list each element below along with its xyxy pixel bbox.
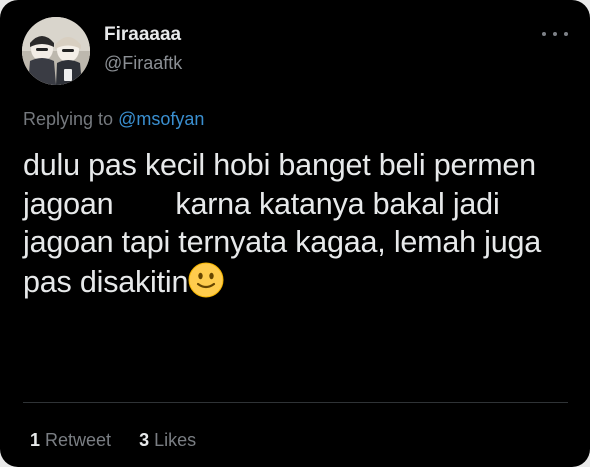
profile-photo-icon (22, 17, 90, 85)
slightly-smiling-face-icon (188, 262, 224, 297)
likes-count: 3 (139, 430, 150, 450)
tweet-line: dulu pas kecil hobi banget beli permen (23, 148, 536, 182)
display-name[interactable]: Firaaaaa (104, 24, 181, 46)
tweet-line-part: jagoan (23, 186, 114, 221)
tweet-line-part: pas disakitin (23, 264, 189, 299)
tweet-stats: 1 Retweet 3 Likes (30, 429, 196, 451)
retweets-count: 1 (30, 430, 41, 450)
tweet-line: jagoan karna katanya bakal jadi (23, 185, 583, 224)
more-horizontal-icon[interactable] (542, 26, 568, 42)
tweet-line: pas disakitin (23, 262, 583, 302)
avatar[interactable] (22, 17, 90, 85)
tweet-line: jagoan tapi ternyata kagaa, lemah juga (23, 225, 542, 259)
user-handle[interactable]: @Firaaftk (104, 52, 182, 74)
retweets-stat[interactable]: 1 Retweet (30, 429, 111, 451)
tweet-card: Firaaaaa @Firaaftk Replying to @msofyan … (0, 0, 590, 467)
tweet-text: dulu pas kecil hobi banget beli permen j… (23, 146, 583, 301)
replying-to: Replying to @msofyan (23, 108, 204, 130)
divider (23, 402, 568, 403)
tweet-line-part: karna katanya bakal jadi (175, 186, 500, 221)
replying-prefix: Replying to (23, 109, 114, 129)
likes-label: Likes (154, 430, 197, 450)
likes-stat[interactable]: 3 Likes (139, 429, 196, 451)
retweets-label: Retweet (45, 430, 112, 450)
reply-mention-link[interactable]: @msofyan (118, 109, 204, 129)
